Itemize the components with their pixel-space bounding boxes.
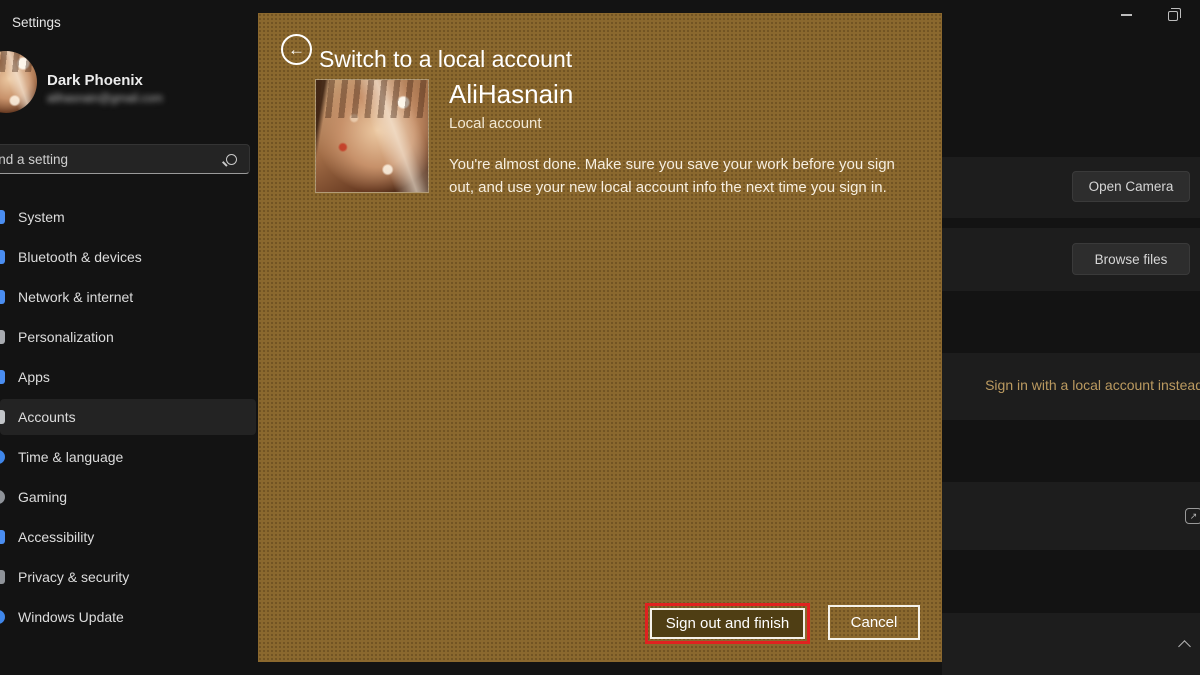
sidebar-item-windows-update[interactable]: Windows Update bbox=[0, 599, 256, 635]
setting-row-manage-account: ↗ bbox=[942, 482, 1200, 550]
privacy-icon bbox=[0, 570, 5, 584]
accounts-icon bbox=[0, 410, 5, 424]
user-email: alihasnain@gmail.com bbox=[47, 93, 163, 105]
open-camera-button[interactable]: Open Camera bbox=[1072, 171, 1190, 202]
account-type: Local account bbox=[449, 115, 542, 132]
sidebar-item-apps[interactable]: Apps bbox=[0, 359, 256, 395]
back-button[interactable]: ← bbox=[281, 34, 312, 65]
cancel-button[interactable]: Cancel bbox=[828, 605, 920, 640]
sidebar-item-bluetooth-devices[interactable]: Bluetooth & devices bbox=[0, 239, 256, 275]
sidebar-item-accounts[interactable]: Accounts bbox=[0, 399, 256, 435]
background-settings-page: Open Camera Browse files Sign in with a … bbox=[942, 0, 1200, 675]
sidebar-item-accessibility[interactable]: Accessibility bbox=[0, 519, 256, 555]
sidebar-item-privacy-security[interactable]: Privacy & security bbox=[0, 559, 256, 595]
sidebar-item-label: System bbox=[18, 209, 65, 225]
setting-row-expander bbox=[942, 613, 1200, 675]
switch-local-account-dialog: ← Switch to a local account AliHasnain L… bbox=[258, 13, 942, 662]
user-name: Dark Phoenix bbox=[47, 72, 143, 89]
sidebar-item-label: Apps bbox=[18, 369, 50, 385]
sidebar-item-label: Personalization bbox=[18, 329, 114, 345]
sidebar-item-label: Privacy & security bbox=[18, 569, 129, 585]
bluetooth-icon bbox=[0, 250, 5, 264]
personalization-icon bbox=[0, 330, 5, 344]
network-icon bbox=[0, 290, 5, 304]
sidebar-item-label: Accessibility bbox=[18, 529, 94, 545]
annotation-highlight-box: Sign out and finish bbox=[645, 603, 810, 644]
setting-row-choose-file: Browse files bbox=[942, 228, 1200, 291]
setting-row-account-switch: Sign in with a local account instead bbox=[942, 353, 1200, 420]
accessibility-icon bbox=[0, 530, 5, 544]
external-link-icon[interactable]: ↗ bbox=[1185, 508, 1200, 524]
account-name: AliHasnain bbox=[449, 79, 573, 110]
sidebar-item-label: Accounts bbox=[18, 409, 76, 425]
back-arrow-icon: ← bbox=[288, 40, 305, 60]
user-avatar[interactable] bbox=[0, 51, 37, 113]
setting-row-take-photo: Open Camera bbox=[942, 157, 1200, 218]
sidebar-item-system[interactable]: System bbox=[0, 199, 256, 235]
app-title: Settings bbox=[12, 15, 61, 30]
sidebar-item-label: Time & language bbox=[18, 449, 123, 465]
dialog-title: Switch to a local account bbox=[319, 46, 572, 73]
search-icon[interactable] bbox=[226, 154, 237, 165]
local-account-link[interactable]: Sign in with a local account instead bbox=[985, 377, 1200, 393]
sidebar-item-label: Network & internet bbox=[18, 289, 133, 305]
sidebar-item-label: Gaming bbox=[18, 489, 67, 505]
sidebar-item-time-language[interactable]: Time & language bbox=[0, 439, 256, 475]
sidebar-item-gaming[interactable]: Gaming bbox=[0, 479, 256, 515]
sidebar-nav: System Bluetooth & devices Network & int… bbox=[0, 199, 256, 639]
dialog-description: You're almost done. Make sure you save y… bbox=[449, 153, 901, 199]
account-avatar bbox=[316, 80, 428, 192]
sidebar-item-label: Bluetooth & devices bbox=[18, 249, 142, 265]
time-language-icon bbox=[0, 450, 5, 464]
search-input[interactable]: Find a setting bbox=[0, 144, 250, 174]
search-placeholder: Find a setting bbox=[0, 152, 226, 167]
windows-update-icon bbox=[0, 610, 5, 624]
system-icon bbox=[0, 210, 5, 224]
chevron-up-icon[interactable] bbox=[1178, 640, 1191, 653]
browse-files-button[interactable]: Browse files bbox=[1072, 243, 1190, 275]
gaming-icon bbox=[0, 490, 5, 504]
sidebar-item-personalization[interactable]: Personalization bbox=[0, 319, 256, 355]
sidebar-item-label: Windows Update bbox=[18, 609, 124, 625]
sign-out-and-finish-button[interactable]: Sign out and finish bbox=[650, 608, 805, 639]
sidebar-item-network-internet[interactable]: Network & internet bbox=[0, 279, 256, 315]
apps-icon bbox=[0, 370, 5, 384]
